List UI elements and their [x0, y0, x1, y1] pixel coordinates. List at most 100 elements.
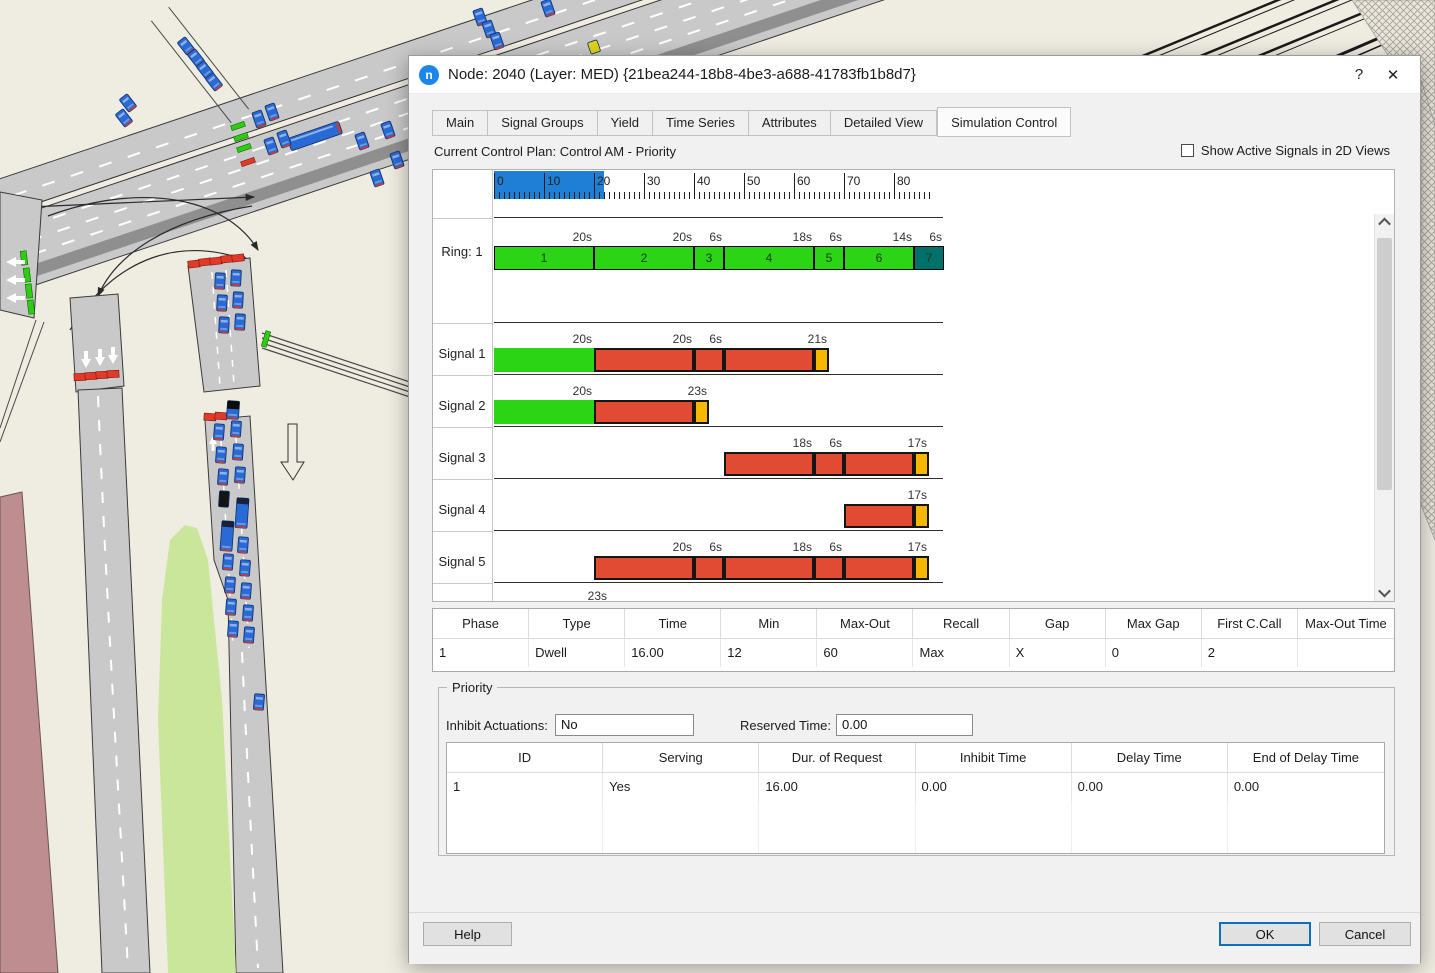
ruler-tick [669, 192, 670, 199]
building-area [0, 492, 58, 973]
priority-table-cell[interactable]: 1 [447, 773, 603, 802]
tab-simulation-control[interactable]: Simulation Control [937, 107, 1071, 137]
duration-label: 21s [755, 332, 827, 346]
phase-segment [724, 348, 814, 372]
phase-number: 4 [724, 251, 814, 265]
vehicle [370, 169, 385, 187]
scrollbar-thumb[interactable] [1377, 238, 1392, 490]
tab-detailed-view[interactable]: Detailed View [831, 110, 937, 136]
phase-segment [694, 556, 724, 580]
ruler-tick [584, 192, 585, 199]
vehicle [217, 295, 228, 312]
phase-table-cell[interactable] [1298, 639, 1394, 667]
reserved-time-field[interactable]: 0.00 [836, 714, 973, 736]
phase-segment [914, 556, 929, 580]
phase-segment [914, 452, 929, 476]
phase-number: 2 [594, 251, 694, 265]
timeline-scrollbar[interactable] [1374, 214, 1394, 601]
ruler-tick [509, 192, 510, 199]
scroll-up-icon[interactable] [1375, 214, 1394, 231]
ruler-tick [554, 192, 555, 199]
tab-time-series[interactable]: Time Series [653, 110, 749, 136]
vehicle [232, 444, 243, 461]
ruler-tick [854, 192, 855, 199]
priority-table-cell[interactable]: Yes [603, 773, 759, 802]
phase-table-cell[interactable]: 1 [433, 639, 529, 667]
dialog-titlebar[interactable]: n Node: 2040 (Layer: MED) {21bea244-18b8… [409, 56, 1420, 94]
priority-table-header: Inhibit Time [916, 743, 1072, 773]
phase-number: 6 [844, 251, 914, 265]
close-button[interactable]: ✕ [1376, 60, 1410, 90]
ruler-tick [754, 192, 755, 199]
ruler-tick [619, 192, 620, 199]
ruler-tick [734, 192, 735, 199]
help-button[interactable]: Help [423, 922, 512, 946]
ruler-label: 50 [747, 174, 760, 188]
ruler-tick [709, 192, 710, 199]
timeline-row-label-signal-2: Signal 2 [433, 398, 491, 413]
timeline-label-divider [492, 170, 493, 601]
vehicle [213, 424, 224, 441]
priority-table-header: Serving [603, 743, 759, 773]
priority-table-cell[interactable]: 0.00 [1228, 773, 1384, 802]
phase-segment [594, 400, 694, 424]
ruler-tick [919, 192, 920, 199]
show-active-signals-checkbox[interactable] [1181, 144, 1194, 157]
green-area [158, 525, 236, 973]
row-separator [494, 582, 943, 583]
priority-table-cell[interactable]: 0.00 [1072, 773, 1228, 802]
ruler-tick [744, 173, 745, 199]
row-separator [494, 478, 943, 479]
duration-label: 17s [855, 436, 927, 450]
vehicle [227, 621, 238, 638]
phase-table-cell[interactable]: 16.00 [625, 639, 721, 667]
ruler-tick [719, 192, 720, 199]
ruler-tick [614, 192, 615, 199]
priority-table-filler [1228, 802, 1384, 853]
row-separator [494, 426, 943, 427]
priority-table-cell[interactable]: 16.00 [759, 773, 915, 802]
priority-table-header: Dur. of Request [759, 743, 915, 773]
app-logo-icon: n [419, 65, 439, 85]
phase-table-cell[interactable]: Max [913, 639, 1009, 667]
phase-table-cell[interactable]: 0 [1106, 639, 1202, 667]
dialog-title: Node: 2040 (Layer: MED) {21bea244-18b8-4… [448, 66, 1342, 83]
phase-table-header: Max-Out Time [1298, 609, 1394, 639]
vehicle [234, 467, 245, 484]
timeline-row-label-signal-4: Signal 4 [433, 502, 491, 517]
ruler-tick [664, 192, 665, 199]
tab-yield[interactable]: Yield [598, 110, 653, 136]
tab-attributes[interactable]: Attributes [749, 110, 831, 136]
phase-segment [594, 348, 694, 372]
scroll-down-icon[interactable] [1375, 584, 1394, 601]
ruler-tick [644, 173, 645, 199]
inhibit-actuations-field[interactable]: No [555, 714, 694, 736]
phase-segment [724, 452, 814, 476]
priority-table-filler [1072, 802, 1228, 853]
tab-main[interactable]: Main [432, 110, 488, 136]
help-titlebar-button[interactable]: ? [1342, 60, 1376, 90]
road-arrow-markings [6, 257, 304, 480]
phase-table-cell[interactable]: Dwell [529, 639, 625, 667]
vehicle [243, 627, 254, 644]
phase-segment [814, 348, 829, 372]
label-cell-separator [433, 531, 492, 532]
phase-table-cell[interactable]: 12 [721, 639, 817, 667]
phase-segment [494, 348, 594, 372]
ruler-tick [924, 192, 925, 199]
priority-table-filler [916, 802, 1072, 853]
ok-button[interactable]: OK [1219, 922, 1311, 946]
phase-table-cell[interactable]: 2 [1202, 639, 1298, 667]
ruler-tick [769, 192, 770, 199]
phase-table-cell[interactable]: 60 [817, 639, 913, 667]
phase-table-cell[interactable]: X [1010, 639, 1106, 667]
ruler-tick [814, 192, 815, 199]
vehicle [239, 560, 250, 577]
cancel-button[interactable]: Cancel [1319, 922, 1411, 946]
priority-table-header: ID [447, 743, 603, 773]
priority-table-cell[interactable]: 0.00 [916, 773, 1072, 802]
priority-groupbox: Priority Inhibit Actuations: No Reserved… [438, 687, 1395, 856]
duration-label: 6s [770, 540, 842, 554]
tab-bar: MainSignal GroupsYieldTime SeriesAttribu… [432, 106, 1071, 136]
tab-signal-groups[interactable]: Signal Groups [488, 110, 597, 136]
